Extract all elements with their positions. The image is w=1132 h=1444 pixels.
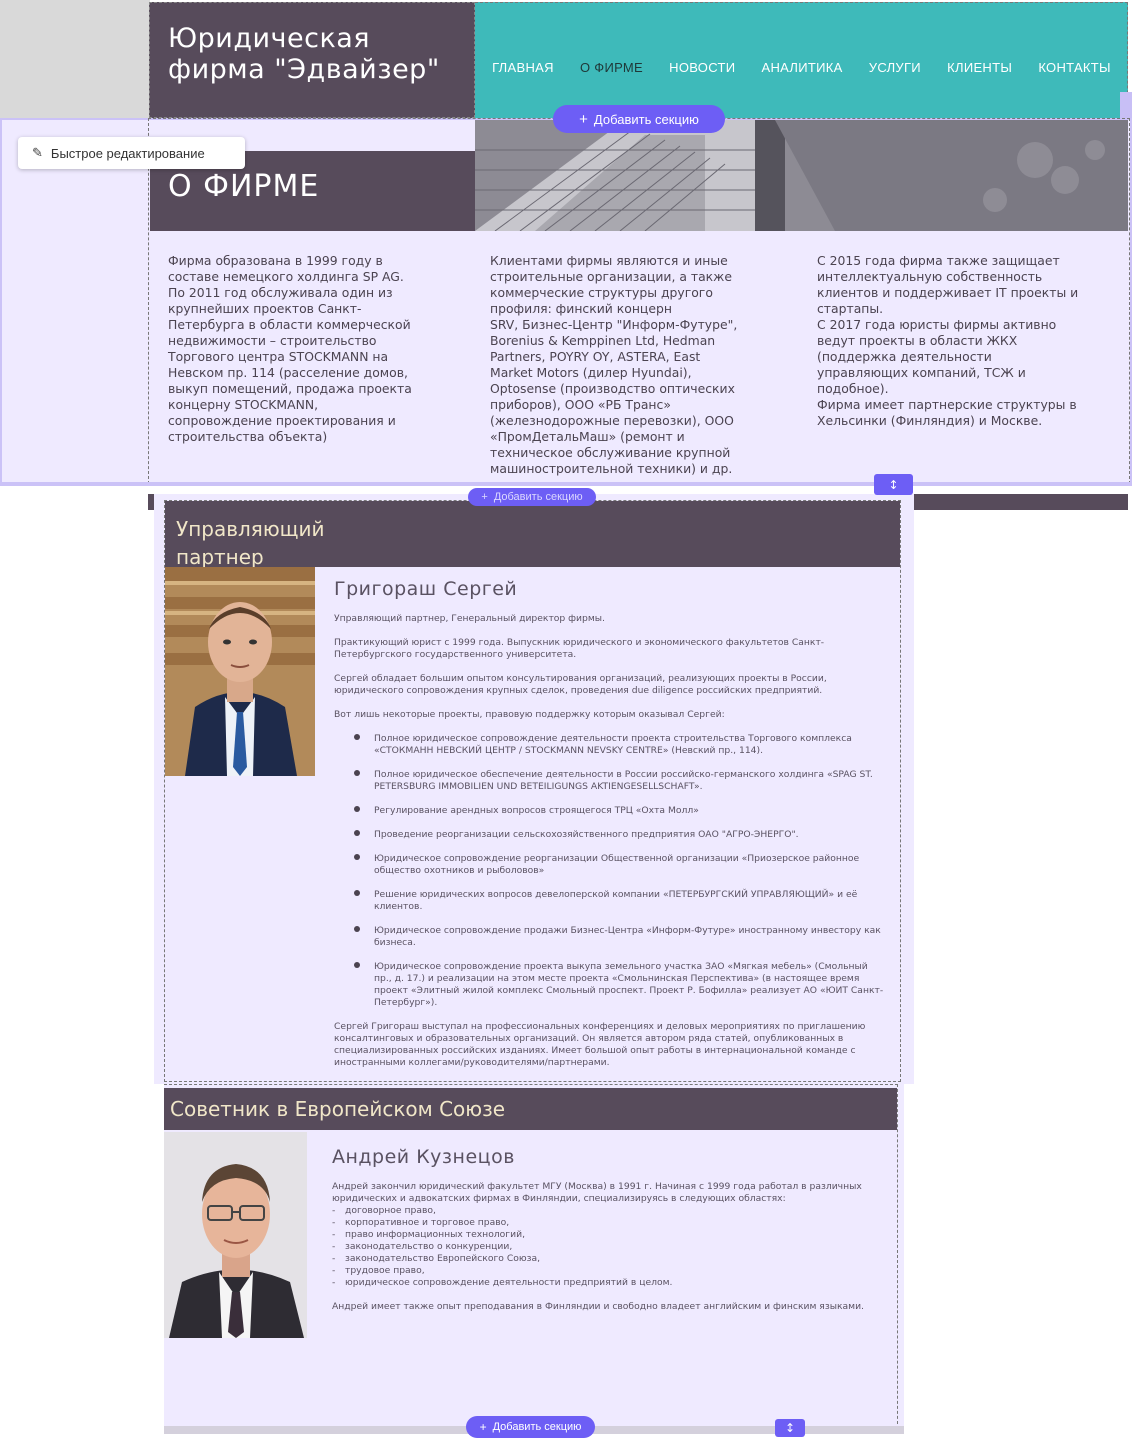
project-text: Юридическое сопровождение проекта выкупа… bbox=[374, 961, 884, 1008]
bullet-icon bbox=[354, 926, 360, 932]
about-text-3[interactable]: С 2015 года фирма также защищает интелле… bbox=[817, 253, 1107, 429]
project-text: Проведение реорганизации сельскохозяйств… bbox=[374, 829, 799, 840]
list-item: - законодательство Европейского Союза, bbox=[332, 1253, 872, 1265]
about-column-2: Клиентами фирмы являются и иные строител… bbox=[490, 253, 780, 477]
list-item: Регулирование арендных вопросов строящег… bbox=[334, 805, 884, 817]
area-text: законодательство Европейского Союза, bbox=[345, 1253, 541, 1264]
project-text: Регулирование арендных вопросов строящег… bbox=[374, 805, 699, 816]
partner-intro-3: Сергей обладает большим опытом консульти… bbox=[334, 673, 827, 696]
advisor-bio[interactable]: Андрей закончил юридический факультет МГ… bbox=[332, 1181, 872, 1325]
bullet-icon bbox=[354, 962, 360, 968]
bullet-icon bbox=[354, 854, 360, 860]
dash-icon: - bbox=[332, 1253, 336, 1264]
move-icon: ↕ bbox=[784, 1421, 796, 1435]
dash-icon: - bbox=[332, 1241, 336, 1252]
about-column-1: Фирма образована в 1999 году в составе н… bbox=[168, 253, 443, 445]
move-section-handle[interactable]: ↕ bbox=[874, 474, 913, 495]
advisor-areas-list: - договорное право, - корпоративное и торг… bbox=[332, 1205, 872, 1289]
list-item: - законодательство о конкуренции, bbox=[332, 1241, 872, 1253]
dash-icon: - bbox=[332, 1265, 336, 1276]
quick-edit-label: Быстрое редактирование bbox=[50, 145, 205, 161]
project-text: Юридическое сопровождение продажи Бизнес… bbox=[374, 925, 881, 948]
add-section-label: Добавить секцию bbox=[492, 1421, 582, 1433]
section-divider bbox=[0, 482, 1132, 486]
add-section-label: Добавить секцию bbox=[593, 111, 699, 127]
list-item: Полное юридическое обеспечение деятельно… bbox=[334, 769, 884, 793]
list-item: - договорное право, bbox=[332, 1205, 872, 1217]
project-text: Полное юридическое сопровождение деятель… bbox=[374, 733, 852, 756]
main-nav: ГЛАВНАЯ О ФИРМЕ НОВОСТИ АНАЛИТИКА УСЛУГИ… bbox=[475, 2, 1128, 118]
nav-item-home[interactable]: ГЛАВНАЯ bbox=[492, 60, 554, 75]
area-text: право информационных технологий, bbox=[345, 1229, 525, 1240]
project-text: Решение юридических вопросов девелоперск… bbox=[374, 889, 858, 912]
dash-icon: - bbox=[332, 1217, 336, 1228]
advisor-name[interactable]: Андрей Кузнецов bbox=[332, 1146, 515, 1168]
partner-intro-4: Вот лишь некоторые проекты, правовую под… bbox=[334, 709, 725, 720]
area-text: юридическое сопровождение деятельности п… bbox=[345, 1277, 673, 1288]
about-text-1[interactable]: Фирма образована в 1999 году в составе н… bbox=[168, 253, 443, 445]
about-title[interactable]: О ФИРМЕ bbox=[168, 169, 319, 204]
nav-item-analytics[interactable]: АНАЛИТИКА bbox=[762, 60, 843, 75]
bullet-icon bbox=[354, 734, 360, 740]
list-item: Полное юридическое сопровождение деятель… bbox=[334, 733, 884, 757]
nav-item-news[interactable]: НОВОСТИ bbox=[669, 60, 735, 75]
plus-icon: + bbox=[479, 1420, 487, 1434]
advisor-outro: Андрей имеет также опыт преподавания в Ф… bbox=[332, 1301, 864, 1312]
add-section-button[interactable]: + Добавить секцию bbox=[553, 105, 725, 133]
project-text: Полное юридическое обеспечение деятельно… bbox=[374, 769, 873, 792]
list-item: - трудовое право, bbox=[332, 1265, 872, 1277]
nav-list: ГЛАВНАЯ О ФИРМЕ НОВОСТИ АНАЛИТИКА УСЛУГИ… bbox=[475, 60, 1128, 75]
list-item: - право информационных технологий, bbox=[332, 1229, 872, 1241]
nav-item-services[interactable]: УСЛУГИ bbox=[869, 60, 921, 75]
list-item: - юридическое сопровождение деятельности … bbox=[332, 1277, 872, 1289]
partner-projects-list: Полное юридическое сопровождение деятель… bbox=[334, 733, 884, 1009]
bullet-icon bbox=[354, 770, 360, 776]
bullet-icon bbox=[354, 830, 360, 836]
dash-icon: - bbox=[332, 1277, 336, 1288]
add-section-button[interactable]: + Добавить секцию bbox=[466, 1416, 595, 1438]
area-text: трудовое право, bbox=[345, 1265, 425, 1276]
partner-intro-1: Управляющий партнер, Генеральный директо… bbox=[334, 613, 605, 624]
partner-outro: Сергей Григораш выступал на профессионал… bbox=[334, 1021, 866, 1068]
dash-icon: - bbox=[332, 1229, 336, 1240]
add-section-label: Добавить секцию bbox=[493, 491, 583, 503]
list-item: Решение юридических вопросов девелоперск… bbox=[334, 889, 884, 913]
list-item: Юридическое сопровождение продажи Бизнес… bbox=[334, 925, 884, 949]
advisor-intro: Андрей закончил юридический факультет МГ… bbox=[332, 1181, 862, 1204]
partner-bio[interactable]: Управляющий партнер, Генеральный директо… bbox=[334, 613, 884, 1081]
area-text: законодательство о конкуренции, bbox=[345, 1241, 513, 1252]
move-icon: ↕ bbox=[888, 477, 899, 492]
area-text: договорное право, bbox=[345, 1205, 436, 1216]
about-text-2[interactable]: Клиентами фирмы являются и иные строител… bbox=[490, 253, 780, 477]
dash-icon: - bbox=[332, 1205, 336, 1216]
about-column-3: С 2015 года фирма также защищает интелле… bbox=[817, 253, 1107, 429]
add-section-button[interactable]: + Добавить секцию bbox=[468, 488, 596, 506]
list-item: - корпоративное и торговое право, bbox=[332, 1217, 872, 1229]
plus-icon: + bbox=[579, 110, 588, 128]
project-text: Юридическое сопровождение реорганизации … bbox=[374, 853, 860, 876]
bullet-icon bbox=[354, 890, 360, 896]
list-item: Проведение реорганизации сельскохозяйств… bbox=[334, 829, 884, 841]
list-item: Юридическое сопровождение проекта выкупа… bbox=[334, 961, 884, 1009]
page-root: Юридическая фирма "Эдвайзер" ГЛАВНАЯ О Ф… bbox=[0, 0, 1132, 1444]
nav-item-clients[interactable]: КЛИЕНТЫ bbox=[947, 60, 1012, 75]
partner-intro-2: Практикующий юрист с 1999 года. Выпускни… bbox=[334, 637, 825, 660]
partner-name[interactable]: Григораш Сергей bbox=[334, 578, 517, 600]
header-gutter bbox=[0, 0, 150, 118]
brand-title[interactable]: Юридическая фирма "Эдвайзер" bbox=[168, 23, 468, 85]
bullet-icon bbox=[354, 806, 360, 812]
area-text: корпоративное и торговое право, bbox=[345, 1217, 510, 1228]
nav-item-contacts[interactable]: КОНТАКТЫ bbox=[1038, 60, 1111, 75]
editor-side-strip bbox=[1120, 92, 1132, 120]
move-section-handle[interactable]: ↕ bbox=[775, 1419, 805, 1437]
plus-icon: + bbox=[481, 490, 488, 503]
list-item: Юридическое сопровождение реорганизации … bbox=[334, 853, 884, 877]
nav-item-about[interactable]: О ФИРМЕ bbox=[580, 60, 643, 75]
quick-edit-button[interactable]: ✎ Быстрое редактирование bbox=[18, 137, 245, 169]
brand-block[interactable]: Юридическая фирма "Эдвайзер" bbox=[149, 2, 475, 118]
pencil-icon: ✎ bbox=[32, 145, 43, 160]
